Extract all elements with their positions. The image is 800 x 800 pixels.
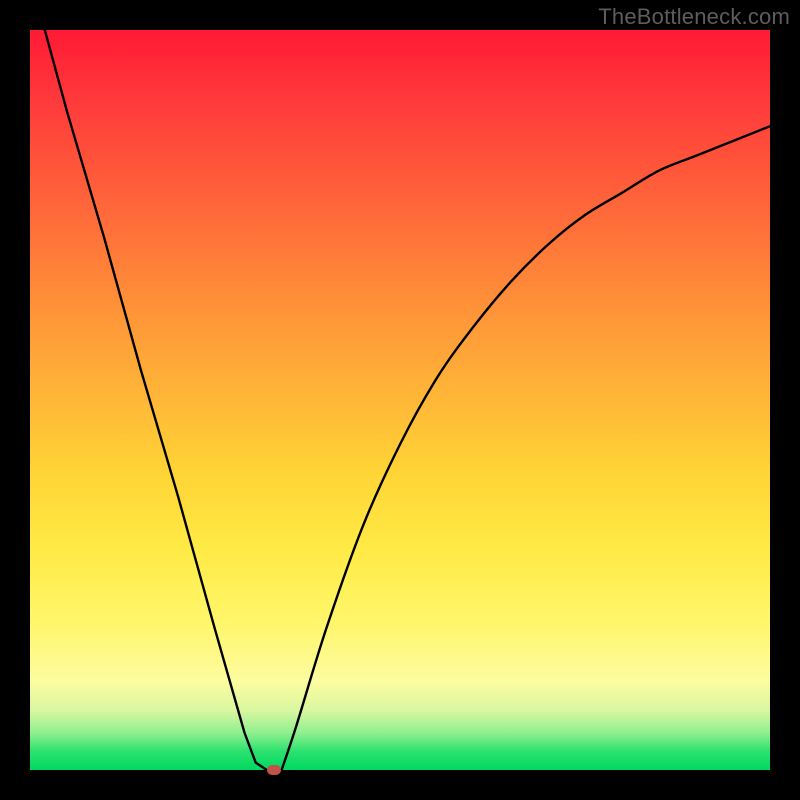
chart-plot-area	[30, 30, 770, 770]
bottleneck-curve	[30, 30, 770, 770]
minimum-marker-icon	[267, 765, 281, 775]
chart-frame: TheBottleneck.com	[0, 0, 800, 800]
watermark-text: TheBottleneck.com	[598, 4, 790, 30]
